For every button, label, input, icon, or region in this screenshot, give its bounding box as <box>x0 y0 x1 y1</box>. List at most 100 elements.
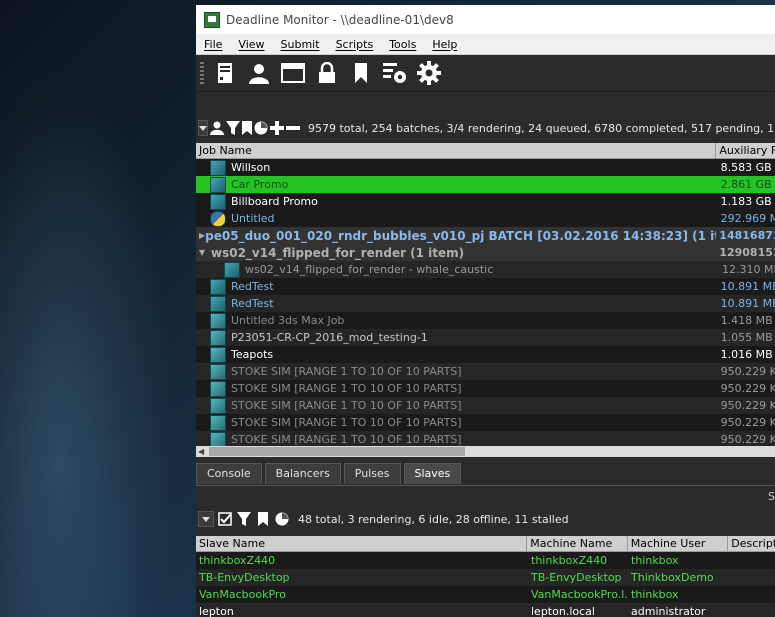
job-row[interactable]: Untitled 3ds Max Job 1.418 MB <box>196 312 775 329</box>
tab-console[interactable]: Console <box>196 463 262 484</box>
checkbox-filter-icon[interactable] <box>216 511 233 528</box>
job-name-text: ws02_v14_flipped_for_render (1 item) <box>211 245 465 260</box>
jobs-summary: 9579 total, 254 batches, 3/4 rendering, … <box>308 121 775 135</box>
filter-funnel-icon[interactable] <box>235 511 252 528</box>
column-job-name[interactable]: Job Name <box>196 143 717 158</box>
user-filter-icon[interactable] <box>210 120 224 137</box>
job-name-text: Untitled <box>231 212 275 225</box>
job-name-text: Billboard Promo <box>231 195 318 208</box>
job-row[interactable]: Untitled 292.969 M <box>196 210 775 227</box>
maya-job-icon <box>210 159 226 176</box>
desktop-background <box>0 0 196 617</box>
menu-scripts[interactable]: Scripts <box>328 38 382 51</box>
max-job-icon <box>210 312 226 329</box>
menu-help[interactable]: Help <box>424 38 465 51</box>
job-name-text: ws02_v14_flipped_for_render - whale_caus… <box>245 263 494 276</box>
expand-all-icon[interactable] <box>270 120 284 137</box>
houdini-job-icon <box>210 295 226 312</box>
job-name-text: P23051-CR-CP_2016_mod_testing-1 <box>231 331 428 344</box>
machine-name-cell: TB-EnvyDesktop <box>531 571 622 584</box>
job-row[interactable]: Car Promo 2.861 GB <box>196 176 775 193</box>
slaves-panel: S 48 total, 3 rendering, 6 idle, 28 offl… <box>196 485 775 617</box>
scrollbar-thumb[interactable] <box>209 447 465 456</box>
job-row[interactable]: Billboard Promo 1.183 GB <box>196 193 775 210</box>
auxiliary-files-size: 10.891 MB <box>720 280 775 293</box>
job-row[interactable]: STOKE SIM [RANGE 1 TO 10 OF 10 PARTS] 950… <box>196 397 775 414</box>
user-icon[interactable] <box>246 60 272 86</box>
horizontal-scrollbar[interactable]: ◀ <box>196 446 775 457</box>
job-row[interactable]: P23051-CR-CP_2016_mod_testing-1 1.055 MB <box>196 329 775 346</box>
deadline-monitor-window: Deadline Monitor - \\deadline-01\dev8 Fi… <box>196 5 775 617</box>
collapse-all-icon[interactable] <box>286 120 300 137</box>
batch-row[interactable]: ▶ pe05_duo_001_020_rndr_bubbles_v010_pj B… <box>196 227 775 244</box>
slave-row[interactable]: VanMacbookPro VanMacbookPro.l... thinkbox <box>196 586 775 603</box>
scroll-left-arrow[interactable]: ◀ <box>198 446 204 457</box>
slave-row[interactable]: TB-EnvyDesktop TB-EnvyDesktop ThinkboxDemo <box>196 569 775 586</box>
job-row[interactable]: RedTest 10.891 MB <box>196 278 775 295</box>
auxiliary-files-size: 950.229 KI <box>720 382 775 395</box>
column-auxiliary-files[interactable]: Auxiliary Fi <box>716 143 775 158</box>
job-row[interactable]: STOKE SIM [RANGE 1 TO 10 OF 10 PARTS] 950… <box>196 414 775 431</box>
slave-row[interactable]: thinkboxZ440 thinkboxZ440 thinkbox <box>196 552 775 569</box>
pie-chart-icon[interactable] <box>273 511 290 528</box>
tab-slaves[interactable]: Slaves <box>403 463 462 484</box>
server-icon[interactable] <box>212 60 238 86</box>
column-machine-user[interactable]: Machine User <box>628 536 729 551</box>
auxiliary-files-size: 8.583 GB <box>720 161 772 174</box>
bookmark-filter-icon[interactable] <box>254 511 271 528</box>
auxiliary-files-size: 950.229 KI <box>720 365 775 378</box>
tab-balancers[interactable]: Balancers <box>264 463 341 484</box>
slave-name-cell: TB-EnvyDesktop <box>199 571 290 584</box>
jobs-dropdown-button[interactable] <box>198 120 208 136</box>
auxiliary-files-size: 14816873 <box>719 229 775 242</box>
job-row[interactable]: Teapots 1.016 MB <box>196 346 775 363</box>
column-description[interactable]: Descriptio <box>728 536 775 551</box>
job-name-text: pe05_duo_001_020_rndr_bubbles_v010_pj BA… <box>205 228 717 243</box>
machine-user-cell: thinkbox <box>631 554 679 567</box>
job-name-text: Teapots <box>231 348 274 361</box>
slaves-dropdown-button[interactable] <box>198 511 214 527</box>
houdini-job-icon <box>210 278 226 295</box>
expand-arrow-icon[interactable]: ▶ <box>196 231 205 240</box>
menu-submit[interactable]: Submit <box>273 38 328 51</box>
slaves-list[interactable]: Slave Name Machine Name Machine User Des… <box>196 536 775 617</box>
menu-file[interactable]: File <box>196 38 230 51</box>
collapse-arrow-icon[interactable]: ▼ <box>196 248 211 257</box>
slaves-filter-bar: 48 total, 3 rendering, 6 idle, 28 offlin… <box>196 507 569 531</box>
settings-list-icon[interactable] <box>382 60 408 86</box>
job-row[interactable]: STOKE SIM [RANGE 1 TO 10 OF 10 PARTS] 950… <box>196 431 775 446</box>
machine-user-cell: thinkbox <box>631 588 679 601</box>
job-name-text: STOKE SIM [RANGE 1 TO 10 OF 10 PARTS] <box>231 399 462 412</box>
job-row[interactable]: STOKE SIM [RANGE 1 TO 10 OF 10 PARTS] 950… <box>196 380 775 397</box>
auxiliary-files-size: 292.969 M <box>720 212 775 225</box>
window-icon[interactable] <box>280 60 306 86</box>
column-machine-name[interactable]: Machine Name <box>527 536 628 551</box>
job-row[interactable]: RedTest 10.891 MB <box>196 295 775 312</box>
lock-icon[interactable] <box>314 60 340 86</box>
tab-pulses[interactable]: Pulses <box>343 463 401 484</box>
deadline-app-icon <box>204 11 220 28</box>
machine-name-cell: thinkboxZ440 <box>531 554 608 567</box>
slave-row[interactable]: lepton lepton.local administrator <box>196 603 775 617</box>
machine-user-cell: ThinkboxDemo <box>631 571 714 584</box>
job-row[interactable]: Willson 8.583 GB <box>196 159 775 176</box>
python-job-icon <box>210 210 226 227</box>
maya-job-icon <box>210 193 226 210</box>
filter-funnel-icon[interactable] <box>226 120 240 137</box>
job-row[interactable]: ws02_v14_flipped_for_render - whale_caus… <box>196 261 775 278</box>
window-title: Deadline Monitor - \\deadline-01\dev8 <box>226 12 454 27</box>
toolbar-grip[interactable] <box>200 62 204 84</box>
pie-chart-icon[interactable] <box>254 120 268 137</box>
menu-view[interactable]: View <box>230 38 272 51</box>
menu-tools[interactable]: Tools <box>381 38 424 51</box>
max-job-icon <box>210 363 226 380</box>
job-row[interactable]: STOKE SIM [RANGE 1 TO 10 OF 10 PARTS] 950… <box>196 363 775 380</box>
job-name-text: STOKE SIM [RANGE 1 TO 10 OF 10 PARTS] <box>231 433 462 446</box>
jobs-list[interactable]: Job Name Auxiliary Fi Willson 8.583 GB Car… <box>196 143 775 446</box>
bookmark-icon[interactable] <box>348 60 374 86</box>
column-slave-name[interactable]: Slave Name <box>196 536 528 551</box>
bookmark-filter-icon[interactable] <box>242 120 252 137</box>
batch-row[interactable]: ▼ ws02_v14_flipped_for_render (1 item) 129… <box>196 244 775 261</box>
maya-job-icon <box>210 176 226 193</box>
gear-icon[interactable] <box>416 60 442 86</box>
